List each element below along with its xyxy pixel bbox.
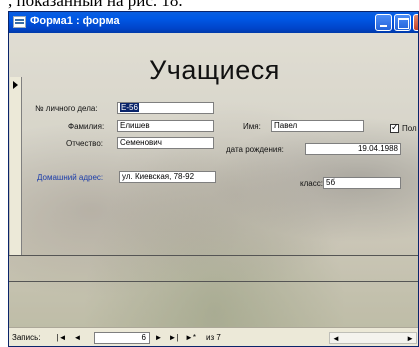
home-address-label: Домашний адрес: bbox=[37, 173, 104, 182]
form-body: Учащиеся № личного дела: Е-56 Фамилия: Е… bbox=[9, 33, 418, 327]
minimize-button[interactable] bbox=[375, 14, 392, 31]
last-name-label: Фамилия: bbox=[68, 122, 105, 131]
window-title: Форма1 : форма bbox=[30, 15, 120, 27]
gender-checkbox[interactable] bbox=[390, 122, 399, 133]
previous-record-button[interactable]: ◄ bbox=[72, 332, 83, 344]
divider-line bbox=[9, 255, 418, 256]
first-name-field[interactable]: Павел bbox=[271, 120, 364, 132]
caption-text: , показанный на рис. 18. bbox=[8, 0, 183, 10]
record-no-field[interactable]: Е-56 bbox=[117, 102, 214, 114]
record-selector[interactable] bbox=[10, 77, 22, 255]
record-label: Запись: bbox=[12, 333, 41, 342]
gender-label: Пол bbox=[402, 124, 417, 133]
divider-line bbox=[9, 281, 418, 282]
first-name-label: Имя: bbox=[243, 122, 261, 131]
new-record-button[interactable]: ►* bbox=[185, 332, 196, 344]
record-total: из 7 bbox=[206, 333, 221, 342]
last-name-field[interactable]: Елишев bbox=[117, 120, 214, 132]
scroll-left-icon[interactable]: ◄ bbox=[332, 334, 340, 343]
patronymic-label: Отчество: bbox=[66, 139, 103, 148]
record-no-label: № личного дела: bbox=[35, 104, 98, 113]
birth-date-field[interactable]: 19.04.1988 bbox=[305, 143, 401, 155]
title-bar[interactable]: Форма1 : форма bbox=[9, 12, 418, 33]
patronymic-field[interactable]: Семенович bbox=[117, 137, 214, 149]
form-icon[interactable] bbox=[13, 16, 26, 28]
maximize-button[interactable] bbox=[394, 14, 411, 31]
form-heading: Учащиеся bbox=[149, 55, 280, 85]
scroll-right-icon[interactable]: ► bbox=[406, 334, 414, 343]
class-label: класс: bbox=[300, 179, 323, 188]
current-record-input[interactable]: 6 bbox=[94, 332, 150, 344]
record-no-value: Е-56 bbox=[120, 103, 139, 112]
horizontal-scrollbar[interactable]: ◄ ► bbox=[329, 332, 417, 344]
next-record-button[interactable]: ► bbox=[153, 332, 164, 344]
close-button[interactable] bbox=[413, 14, 418, 31]
record-navigation-bar: Запись: |◄ ◄ 6 ► ►| ►* из 7 ◄ ► bbox=[9, 327, 418, 346]
birth-date-label: дата рождения: bbox=[226, 145, 284, 154]
first-record-button[interactable]: |◄ bbox=[56, 332, 67, 344]
last-record-button[interactable]: ►| bbox=[168, 332, 179, 344]
home-address-field[interactable]: ул. Киевская, 78-92 bbox=[119, 171, 216, 183]
class-field[interactable]: 5б bbox=[323, 177, 401, 189]
access-form-window: Форма1 : форма Учащиеся № личного дела: … bbox=[8, 11, 419, 347]
